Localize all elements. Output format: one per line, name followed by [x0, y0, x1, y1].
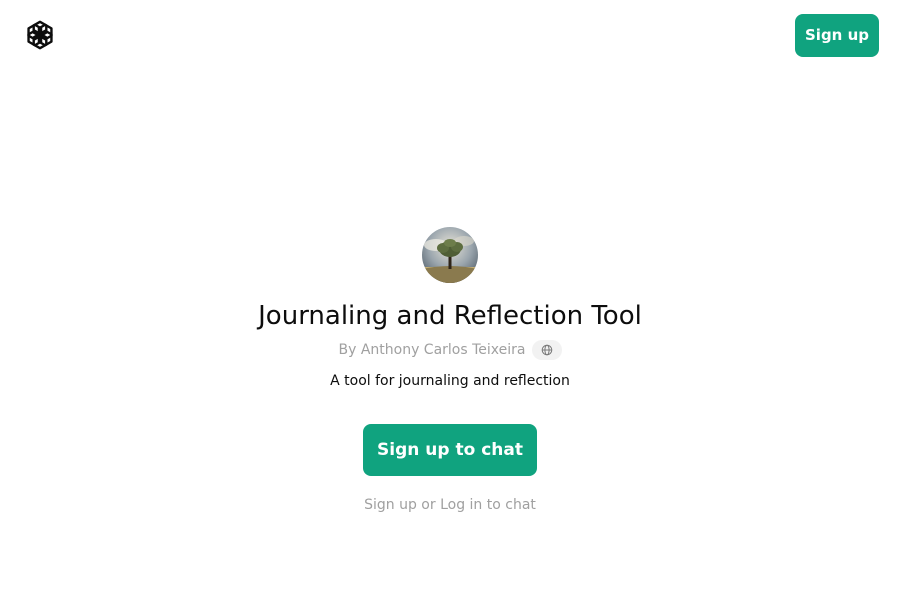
signup-login-link[interactable]: Sign up or Log in to chat [364, 497, 536, 513]
openai-logo-svg [27, 20, 53, 50]
globe-icon [541, 344, 552, 356]
tree-avatar-image [422, 227, 478, 283]
gpt-title: Journaling and Reflection Tool [258, 301, 642, 331]
gpt-avatar [422, 227, 478, 283]
signup-button[interactable]: Sign up [795, 14, 879, 57]
author-byline: By Anthony Carlos Teixeira [338, 342, 526, 358]
signup-to-chat-button[interactable]: Sign up to chat [363, 424, 537, 476]
gpt-intro: Journaling and Reflection Tool By Anthon… [0, 227, 900, 513]
globe-badge[interactable] [531, 340, 562, 360]
page: Sign up Journaling and Reflection Tool B… [0, 0, 900, 600]
byline: By Anthony Carlos Teixeira [338, 339, 562, 361]
gpt-description: A tool for journaling and reflection [330, 373, 570, 389]
openai-logo-icon[interactable] [22, 17, 58, 53]
